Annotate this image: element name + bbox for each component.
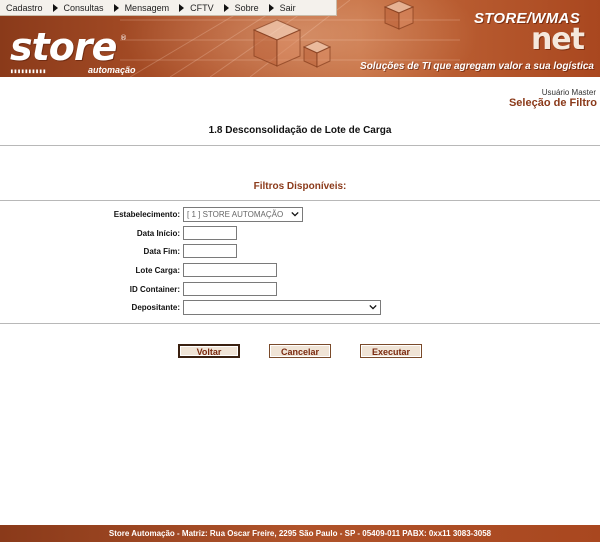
- menu-item-cadastro[interactable]: Cadastro: [0, 0, 64, 15]
- chevron-down-icon: [291, 211, 299, 217]
- filters-title: Filtros Disponíveis:: [253, 181, 347, 192]
- menu-item-consultas[interactable]: Consultas: [64, 0, 125, 15]
- footer: Store Automação - Matriz: Rua Oscar Frei…: [0, 525, 600, 542]
- menu-label: Mensagem: [124, 2, 170, 13]
- row-data-fim: Data Fim:: [0, 244, 600, 260]
- menu-label: Sobre: [234, 2, 259, 13]
- id-container-label: ID Container:: [129, 285, 180, 294]
- divider-filters: [0, 200, 600, 201]
- page-title: 1.8 Desconsolidação de Lote de Carga: [208, 125, 392, 136]
- depositante-select[interactable]: [183, 300, 381, 315]
- estabelecimento-label: Estabelecimento:: [113, 210, 180, 219]
- header-banner: Cadastro Consultas Mensagem CFTV Sobre S…: [0, 0, 600, 77]
- row-estabelecimento: Estabelecimento: [ 1 ] STORE AUTOMAÇÃO: [0, 207, 600, 223]
- brand-block: STORE/WMAS net: [474, 10, 585, 57]
- cube-small-icon: [303, 40, 331, 68]
- user-name: Usuário Master: [541, 88, 596, 97]
- data-inicio-input[interactable]: [183, 226, 237, 240]
- submenu-arrow-icon: [179, 3, 185, 12]
- menu-item-mensagem[interactable]: Mensagem: [125, 0, 191, 15]
- brand-net: net: [530, 22, 585, 57]
- lote-carga-input[interactable]: [183, 263, 277, 277]
- submenu-arrow-icon: [268, 3, 274, 12]
- menu-label: Cadastro: [6, 2, 43, 13]
- logo-word: store: [10, 25, 117, 69]
- section-title: Seleção de Filtro: [508, 97, 597, 109]
- divider-bottom: [0, 323, 600, 324]
- row-depositante: Depositante:: [0, 300, 600, 316]
- estabelecimento-value: [ 1 ] STORE AUTOMAÇÃO: [187, 210, 284, 219]
- submenu-arrow-icon: [113, 3, 119, 12]
- row-id-container: ID Container:: [0, 282, 600, 298]
- main-menu: Cadastro Consultas Mensagem CFTV Sobre S…: [0, 0, 337, 16]
- submenu-arrow-icon: [52, 3, 58, 12]
- cube-top-icon: [384, 0, 414, 30]
- cancelar-button[interactable]: Cancelar: [269, 344, 331, 358]
- executar-button[interactable]: Executar: [360, 344, 422, 358]
- row-lote-carga: Lote Carga:: [0, 263, 600, 279]
- data-fim-input[interactable]: [183, 244, 237, 258]
- store-logo: store ® ▮▮▮▮▮▮▮▮▮▮ automação: [10, 25, 136, 75]
- id-container-input[interactable]: [183, 282, 277, 296]
- row-data-inicio: Data Início:: [0, 226, 600, 242]
- menu-item-sair[interactable]: Sair: [280, 0, 296, 15]
- divider-top: [0, 145, 600, 146]
- voltar-button[interactable]: Voltar: [178, 344, 240, 358]
- data-fim-label: Data Fim:: [143, 247, 180, 256]
- depositante-label: Depositante:: [131, 303, 180, 312]
- registered-mark-icon: ®: [120, 34, 127, 42]
- logo-stripes-icon: ▮▮▮▮▮▮▮▮▮▮: [10, 68, 47, 75]
- submenu-arrow-icon: [223, 3, 229, 12]
- menu-label: CFTV: [190, 2, 214, 13]
- chevron-down-icon: [369, 304, 377, 310]
- lote-carga-label: Lote Carga:: [135, 266, 180, 275]
- menu-label: Sair: [279, 2, 296, 13]
- estabelecimento-select[interactable]: [ 1 ] STORE AUTOMAÇÃO: [183, 207, 303, 222]
- logo-subtext: automação: [88, 65, 136, 75]
- menu-item-cftv[interactable]: CFTV: [190, 0, 235, 15]
- menu-label: Consultas: [63, 2, 104, 13]
- tagline: Soluções de TI que agregam valor a sua l…: [360, 61, 594, 72]
- cube-large-icon: [252, 19, 302, 67]
- data-inicio-label: Data Início:: [136, 229, 180, 238]
- menu-item-sobre[interactable]: Sobre: [235, 0, 280, 15]
